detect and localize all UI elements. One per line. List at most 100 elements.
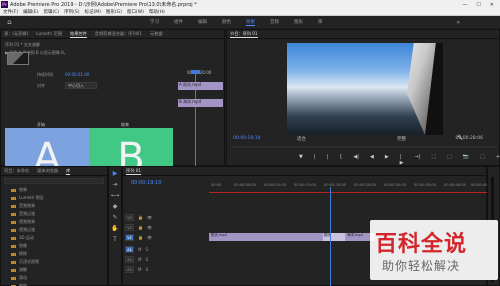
menu-clip[interactable]: 剪辑(C) bbox=[43, 9, 59, 15]
track-select-tool-icon[interactable]: ⇥ bbox=[110, 180, 120, 189]
effect-clip-a[interactable]: A 阳光.mp4 bbox=[178, 82, 223, 90]
step-forward-icon[interactable]: |▶ bbox=[400, 154, 404, 166]
watermark: 百科全说 助你轻松解决 bbox=[370, 220, 498, 280]
effects-tree-item[interactable]: 效果 bbox=[1, 186, 107, 194]
type-tool-icon[interactable]: T bbox=[110, 235, 120, 244]
track-label-v1[interactable]: V1 bbox=[125, 234, 134, 241]
effects-tree-item[interactable]: Lumetri 预设 bbox=[1, 194, 107, 202]
tab-project[interactable]: 项目：未命名 bbox=[4, 168, 29, 174]
effects-tree-item[interactable]: 擦除 bbox=[1, 250, 107, 258]
eye-icon[interactable]: 👁 bbox=[147, 235, 152, 240]
effects-tree-item-label: 滑动 bbox=[19, 275, 27, 280]
vr-video-icon[interactable]: ⬚ bbox=[480, 154, 485, 166]
workspace-tab-color[interactable]: 颜色 bbox=[222, 19, 231, 26]
effects-tree-item[interactable]: 划像 bbox=[1, 242, 107, 250]
effects-tree-item[interactable]: 缩放 bbox=[1, 282, 107, 286]
effect-clip-b[interactable]: B 海洋.mp4 bbox=[178, 99, 223, 107]
timeline-playhead[interactable] bbox=[330, 187, 331, 286]
hand-tool-icon[interactable]: ✋ bbox=[110, 224, 120, 233]
ripple-edit-tool-icon[interactable]: ⟷ bbox=[110, 191, 120, 200]
track-label-v2[interactable]: V2 bbox=[125, 224, 134, 231]
lock-icon[interactable]: 🔒 bbox=[138, 225, 143, 230]
menu-window[interactable]: 窗口(W) bbox=[127, 9, 144, 15]
effects-tree-item[interactable]: 音频过渡 bbox=[1, 210, 107, 218]
extract-icon[interactable]: ⬚ bbox=[447, 154, 452, 166]
resolution-dropdown[interactable]: 完整 bbox=[397, 136, 406, 142]
effects-tree-item[interactable]: 视频过渡 bbox=[1, 226, 107, 234]
menu-file[interactable]: 文件(F) bbox=[3, 9, 18, 15]
solo-icon[interactable]: S bbox=[145, 257, 148, 262]
solo-icon[interactable]: S bbox=[145, 267, 148, 272]
mark-in-icon[interactable]: | bbox=[314, 154, 316, 166]
workspace-tab-assembly[interactable]: 组件 bbox=[174, 19, 183, 26]
add-marker-icon[interactable]: ▼ bbox=[299, 154, 303, 166]
effects-search-input[interactable] bbox=[4, 178, 104, 184]
eye-icon[interactable]: 👁 bbox=[147, 215, 152, 220]
solo-icon[interactable]: S bbox=[145, 247, 148, 252]
tab-lumetri-scopes[interactable]: Lumetri 范围 bbox=[36, 31, 62, 37]
go-to-out-icon[interactable]: →| bbox=[415, 154, 421, 166]
folder-icon bbox=[11, 244, 16, 248]
effects-tree-item[interactable]: 沉浸式视频 bbox=[1, 258, 107, 266]
tab-effects[interactable]: 库 bbox=[66, 168, 71, 175]
zoom-fit-dropdown[interactable]: 适合 bbox=[297, 136, 306, 142]
track-label-a3[interactable]: A3 bbox=[125, 266, 134, 273]
lock-icon[interactable]: 🔒 bbox=[138, 235, 143, 240]
button-editor-icon[interactable]: + bbox=[496, 154, 500, 166]
eye-icon[interactable]: 👁 bbox=[147, 225, 152, 230]
home-icon[interactable]: ⌂ bbox=[5, 18, 14, 27]
transport-controls: ▼ | | { ◀| ◀ ▶ |▶ →| ⬚ ⬚ 📷 ⬚ + bbox=[299, 154, 500, 166]
step-back-icon[interactable]: ◀| bbox=[353, 154, 359, 166]
effects-tree-item[interactable]: 3D 运动 bbox=[1, 234, 107, 242]
align-dropdown[interactable]: 中心切入 bbox=[65, 82, 97, 89]
program-scrubber[interactable] bbox=[231, 146, 497, 148]
effects-tree-item[interactable]: 溶解 bbox=[1, 266, 107, 274]
menu-edit[interactable]: 编辑(E) bbox=[23, 9, 38, 15]
track-label-v3[interactable]: V3 bbox=[125, 214, 134, 221]
razor-tool-icon[interactable]: ◆ bbox=[110, 202, 120, 211]
mute-icon[interactable]: M bbox=[138, 257, 141, 262]
go-to-in-icon[interactable]: { bbox=[339, 154, 342, 166]
workspace-tab-libraries[interactable]: 库 bbox=[318, 19, 323, 26]
mark-out-icon[interactable]: | bbox=[327, 154, 329, 166]
play-icon[interactable]: ▶ bbox=[385, 154, 389, 166]
program-timecode[interactable]: 00:00:19:10 bbox=[233, 136, 260, 141]
timeline-transition[interactable]: 翻页 bbox=[323, 233, 345, 241]
workspace-tab-learn[interactable]: 学习 bbox=[150, 19, 159, 26]
effects-tree-item[interactable]: 音频效果 bbox=[1, 202, 107, 210]
timeline-timecode[interactable]: 00:00:19:10 bbox=[131, 180, 162, 186]
lock-icon[interactable]: 🔒 bbox=[138, 215, 143, 220]
timeline-clip-a[interactable]: 阳光.mp4 bbox=[209, 233, 327, 241]
tab-media-browser[interactable]: 媒体浏览器 bbox=[37, 168, 58, 174]
workspace-more-button[interactable]: » bbox=[456, 19, 460, 26]
tab-metadata[interactable]: 元数据 bbox=[150, 31, 163, 37]
mute-icon[interactable]: M bbox=[138, 267, 141, 272]
lift-icon[interactable]: ⬚ bbox=[431, 154, 436, 166]
pen-tool-icon[interactable]: ✎ bbox=[110, 213, 120, 222]
track-label-a1[interactable]: A1 bbox=[125, 246, 134, 253]
selection-tool-icon[interactable]: ▶ bbox=[110, 169, 120, 178]
workspace-tab-editing[interactable]: 编辑 bbox=[198, 19, 207, 26]
effects-tree-item[interactable]: 滑动 bbox=[1, 274, 107, 282]
menu-help[interactable]: 帮助(H) bbox=[149, 9, 165, 15]
workspace-tab-effects[interactable]: 效果 bbox=[246, 19, 255, 26]
tab-program-monitor[interactable]: 节目：序列 01 bbox=[230, 31, 258, 38]
maximize-button[interactable]: ☐ bbox=[476, 2, 480, 8]
tab-sequence[interactable]: 序列 01 bbox=[126, 168, 142, 175]
menu-graphics[interactable]: 图形(G) bbox=[106, 9, 122, 15]
menu-sequence[interactable]: 序列(S) bbox=[64, 9, 79, 15]
minimize-button[interactable]: — bbox=[462, 2, 467, 8]
rewind-icon[interactable]: ◀ bbox=[370, 154, 374, 166]
workspace-tab-graphics[interactable]: 图形 bbox=[294, 19, 303, 26]
tab-audio-clip-mixer[interactable]: 音频剪辑混合器：序列01 bbox=[95, 31, 142, 37]
tab-effect-controls[interactable]: 效果控件 bbox=[70, 31, 87, 38]
track-label-a2[interactable]: A2 bbox=[125, 256, 134, 263]
export-frame-icon[interactable]: 📷 bbox=[463, 154, 469, 166]
close-button[interactable]: ✕ bbox=[490, 2, 494, 8]
mute-icon[interactable]: M bbox=[138, 247, 141, 252]
menu-marker[interactable]: 标记(M) bbox=[85, 9, 101, 15]
workspace-tab-audio[interactable]: 音频 bbox=[270, 19, 279, 26]
effects-tree-item[interactable]: 视频效果 bbox=[1, 218, 107, 226]
tab-source[interactable]: 源：(无剪辑) bbox=[4, 31, 28, 37]
duration-value[interactable]: 00:00:01:00 bbox=[65, 72, 89, 77]
